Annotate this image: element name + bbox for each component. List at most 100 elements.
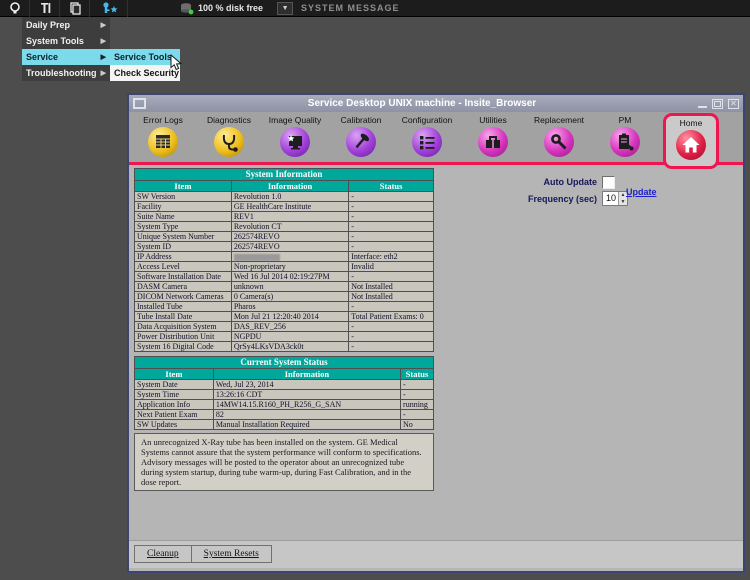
table-row: Installed Tube Pharos - xyxy=(135,302,434,312)
home-icon[interactable] xyxy=(676,130,706,160)
cell-status: No xyxy=(401,420,434,430)
cell-status: - xyxy=(349,212,434,222)
tab-replacement[interactable]: Replacement xyxy=(526,112,592,169)
table-row: Next Patient Exam 82 - xyxy=(135,410,434,420)
cell-status: Interface: eth2 xyxy=(349,252,434,262)
auto-update-checkbox[interactable] xyxy=(602,176,615,189)
table-row: IP Address Interface: eth2 xyxy=(135,252,434,262)
minimize-button[interactable] xyxy=(698,105,707,108)
cell-info: Mon Jul 21 12:20:40 2014 xyxy=(231,312,348,322)
window-titlebar[interactable]: Service Desktop UNIX machine - Insite_Br… xyxy=(129,95,743,112)
cell-item: System Time xyxy=(135,390,214,400)
tab-label: Image Quality xyxy=(269,115,321,125)
cell-item: Unique System Number xyxy=(135,232,232,242)
utilities-icon[interactable] xyxy=(478,127,508,157)
cell-status: - xyxy=(349,222,434,232)
cell-info: Wed 16 Jul 2014 02:19:27PM xyxy=(231,272,348,282)
cell-status: - xyxy=(401,380,434,390)
calibration-icon[interactable] xyxy=(346,127,376,157)
pm-icon[interactable] xyxy=(610,127,640,157)
tab-diagnostics[interactable]: Diagnostics xyxy=(196,112,262,169)
tab-utilities[interactable]: Utilities xyxy=(460,112,526,169)
message-dropdown-button[interactable]: ▼ xyxy=(277,2,293,15)
cell-item: DASM Camera xyxy=(135,282,232,292)
clipboard-button[interactable] xyxy=(60,0,90,17)
cell-item: Application Info xyxy=(135,400,214,410)
disk-free-text: 100 % disk free xyxy=(198,3,263,13)
table-row: Power Distribution Unit NGPDU - xyxy=(135,332,434,342)
frequency-value: 10 xyxy=(603,192,618,205)
cell-info: unknown xyxy=(231,282,348,292)
table-row: SW Updates Manual Installation Required … xyxy=(135,420,434,430)
current-system-status-body: Current System Status Item Information S… xyxy=(135,357,434,430)
error-logs-icon[interactable] xyxy=(148,127,178,157)
menu-item-label: System Tools xyxy=(26,36,84,46)
cell-info: REV1 xyxy=(231,212,348,222)
dropdown-arrow-icon: ▼ xyxy=(282,5,289,12)
cell-status: - xyxy=(349,192,434,202)
replacement-icon[interactable] xyxy=(544,127,574,157)
key-star-button[interactable] xyxy=(90,0,128,17)
table-row: Unique System Number 262574REVO - xyxy=(135,232,434,242)
column-header: Item xyxy=(135,181,232,192)
window-menu-icon[interactable] xyxy=(133,98,146,109)
update-link[interactable]: Update xyxy=(626,187,657,197)
cell-info: Non-proprietary xyxy=(231,262,348,272)
cell-info: 262574REVO xyxy=(231,242,348,252)
cell-status: Not Installed xyxy=(349,282,434,292)
cell-status: - xyxy=(349,322,434,332)
tab-calibration[interactable]: Calibration xyxy=(328,112,394,169)
submenu-arrow-icon: ▶ xyxy=(101,21,106,29)
system-resets-button[interactable]: System Resets xyxy=(192,546,271,562)
frequency-spinner[interactable]: 10 ▲ ▼ xyxy=(602,191,628,206)
tab-pm[interactable]: PM xyxy=(592,112,658,169)
cell-info xyxy=(231,252,348,262)
menu-item-system-tools[interactable]: System Tools ▶ xyxy=(22,33,110,49)
cell-status: Total Patient Exams: 0 xyxy=(349,312,434,322)
cell-item: DICOM Network Cameras xyxy=(135,292,232,302)
tab-home[interactable]: Home xyxy=(663,113,719,169)
cleanup-button[interactable]: Cleanup xyxy=(135,546,192,562)
cell-info: Revolution 1.0 xyxy=(231,192,348,202)
cell-item: Suite Name xyxy=(135,212,232,222)
accent-line xyxy=(129,162,743,165)
tools-button[interactable] xyxy=(30,0,60,17)
tab-configuration[interactable]: Configuration xyxy=(394,112,460,169)
maximize-button[interactable] xyxy=(712,99,723,109)
menu-item-label: Service xyxy=(26,52,58,62)
cell-info: 13:26:16 CDT xyxy=(213,390,400,400)
close-button[interactable]: ✕ xyxy=(728,99,739,109)
cell-info: 82 xyxy=(213,410,400,420)
cell-item: System ID xyxy=(135,242,232,252)
spinner-down-icon[interactable]: ▼ xyxy=(619,199,627,206)
cell-item: System Date xyxy=(135,380,214,390)
table-row: System ID 262574REVO - xyxy=(135,242,434,252)
service-desktop-window: Service Desktop UNIX machine - Insite_Br… xyxy=(127,93,745,573)
cell-status: - xyxy=(349,202,434,212)
main-menu: Daily Prep ▶ System Tools ▶ Service ▶ Tr… xyxy=(22,17,110,81)
table-row: DASM Camera unknown Not Installed xyxy=(135,282,434,292)
table-row: System Date Wed, Jul 23, 2014 - xyxy=(135,380,434,390)
menu-item-troubleshooting[interactable]: Troubleshooting ▶ xyxy=(22,65,110,81)
table-row: Application Info 14MW14.15.R160_PH_R256_… xyxy=(135,400,434,410)
menu-item-service[interactable]: Service ▶ xyxy=(22,49,110,65)
tab-error-logs[interactable]: Error Logs xyxy=(130,112,196,169)
cell-status: - xyxy=(349,342,434,352)
mouse-cursor-icon xyxy=(170,54,183,71)
table-row: SW Version Revolution 1.0 - xyxy=(135,192,434,202)
cell-status: - xyxy=(349,232,434,242)
system-information-body: System Information Item Information Stat… xyxy=(135,169,434,352)
diagnostics-icon[interactable] xyxy=(214,127,244,157)
cell-info: GE HealthCare Institute xyxy=(231,202,348,212)
menu-item-label: Daily Prep xyxy=(26,20,70,30)
menu-item-daily-prep[interactable]: Daily Prep ▶ xyxy=(22,17,110,33)
image-quality-icon[interactable] xyxy=(280,127,310,157)
cell-status: - xyxy=(349,242,434,252)
lightbulb-button[interactable] xyxy=(0,0,30,17)
window-footer: Cleanup System Resets xyxy=(129,540,743,568)
table-title: System Information xyxy=(135,169,434,181)
cell-status: - xyxy=(401,410,434,420)
cell-info: QrSy4LKsVDA3ck0t xyxy=(231,342,348,352)
configuration-icon[interactable] xyxy=(412,127,442,157)
tab-image-quality[interactable]: Image Quality xyxy=(262,112,328,169)
